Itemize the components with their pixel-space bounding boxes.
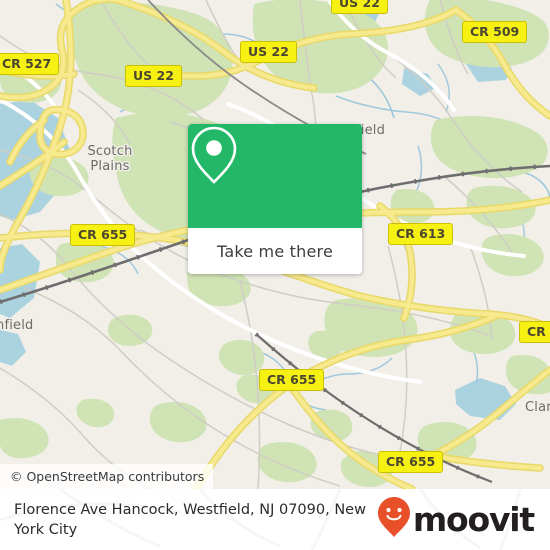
road-shield-cr-527[interactable]: CR 527 <box>0 53 60 75</box>
moovit-logo[interactable]: moovit <box>377 497 535 542</box>
road-shield-us-22-top[interactable]: US 22 <box>331 0 388 14</box>
road-shield-cr-613[interactable]: CR 613 <box>388 223 454 245</box>
road-shield-cr-655-lower[interactable]: CR 655 <box>378 451 444 473</box>
moovit-wordmark: moovit <box>412 500 535 539</box>
moovit-smiley-pin-icon <box>377 497 410 542</box>
map-canvas[interactable]: Scotch Plains field nfield Clark CR 527 … <box>0 0 550 489</box>
road-shield-us-22-left[interactable]: US 22 <box>240 41 297 63</box>
footer-bar: Florence Ave Hancock, Westfield, NJ 0709… <box>0 489 550 550</box>
address-text: Florence Ave Hancock, Westfield, NJ 0709… <box>14 501 366 538</box>
road-shield-cr-509[interactable]: CR 509 <box>462 21 528 43</box>
card-action-area[interactable]: Take me there <box>188 228 362 274</box>
osm-attribution[interactable]: © OpenStreetMap contributors <box>0 464 214 489</box>
card-pin-area <box>188 124 362 228</box>
take-me-there-card[interactable]: Take me there <box>188 124 362 274</box>
moovit-map-screen: Scotch Plains field nfield Clark CR 527 … <box>0 0 550 550</box>
road-shield-cr-655-mid[interactable]: CR 655 <box>259 369 325 391</box>
road-shield-cr-655-upper[interactable]: CR 655 <box>70 224 136 246</box>
road-shield-cr-6-right[interactable]: CR 6 <box>519 321 550 343</box>
road-shield-us-22-mid[interactable]: US 22 <box>125 65 182 87</box>
take-me-there-label: Take me there <box>217 241 333 261</box>
